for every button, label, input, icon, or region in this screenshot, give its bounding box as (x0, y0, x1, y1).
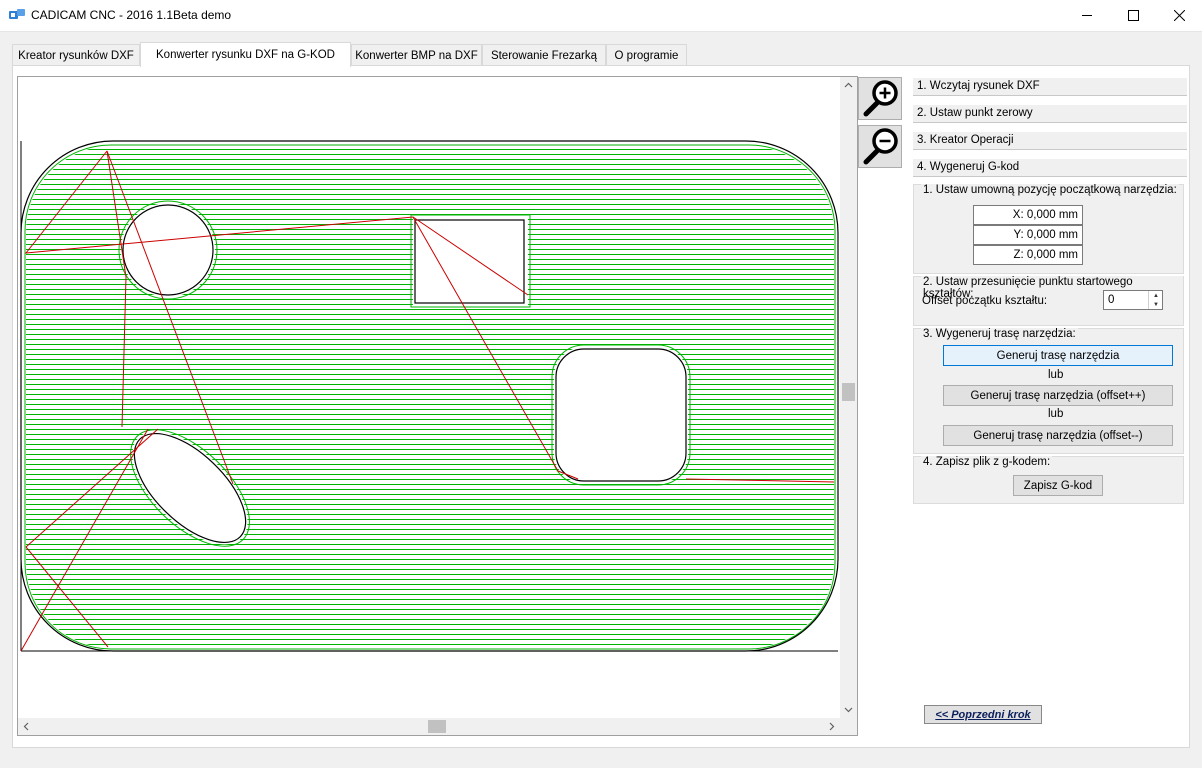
group-generate-toolpath-title: 3. Wygeneruj trasę narzędzia: (921, 328, 1078, 340)
vertical-scrollbar[interactable] (840, 77, 857, 718)
maximize-button[interactable] (1110, 0, 1156, 30)
pocket-hatching (26, 146, 834, 648)
tab-konwerter-bmp-dxf[interactable]: Konwerter BMP na DXF (351, 44, 482, 66)
step-generate-gcode[interactable]: 4. Wygeneruj G-kod (913, 159, 1187, 177)
vertical-scroll-thumb[interactable] (842, 383, 855, 401)
coord-y-field[interactable]: Y: 0,000 mm (973, 225, 1083, 245)
scroll-down-icon[interactable] (840, 701, 857, 718)
close-button[interactable] (1156, 0, 1202, 30)
toolpath-drawing (20, 140, 839, 652)
scroll-left-icon[interactable] (18, 718, 35, 735)
tab-konwerter-dxf-gkod[interactable]: Konwerter rysunku DXF na G-KOD (140, 42, 351, 67)
generate-toolpath-button[interactable]: Generuj trasę narzędzia (943, 345, 1173, 366)
offset-label: Offset początku kształtu: (922, 295, 1048, 307)
zoom-out-icon (863, 128, 898, 165)
scroll-corner (840, 718, 857, 735)
zoom-in-button[interactable] (858, 77, 902, 120)
step-load-dxf[interactable]: 1. Wczytaj rysunek DXF (913, 78, 1187, 96)
tab-sterowanie-frezarka[interactable]: Sterowanie Frezarką (482, 44, 606, 66)
spin-down-icon[interactable]: ▼ (1149, 300, 1163, 309)
scroll-right-icon[interactable] (823, 718, 840, 735)
horizontal-scrollbar[interactable] (18, 718, 840, 735)
minimize-icon (1081, 14, 1092, 16)
coord-z-field[interactable]: Z: 0,000 mm (973, 245, 1083, 265)
app-icon (9, 9, 25, 19)
close-icon (1173, 9, 1185, 21)
offset-stepper[interactable]: 0 ▲ ▼ (1103, 290, 1163, 310)
coord-x-field[interactable]: X: 0,000 mm (973, 205, 1083, 225)
group-save-gcode-title: 4. Zapisz plik z g-kodem: (921, 456, 1053, 468)
minimize-button[interactable] (1064, 0, 1110, 30)
or-label-1: lub (1048, 369, 1064, 381)
or-label-2: lub (1048, 408, 1064, 420)
previous-step-button[interactable]: << Poprzedni krok (924, 705, 1042, 724)
offset-value: 0 (1108, 294, 1115, 306)
generate-toolpath-offset-plus-button[interactable]: Generuj trasę narzędzia (offset++) (943, 385, 1173, 406)
step-operations-wizard[interactable]: 3. Kreator Operacji (913, 132, 1187, 150)
drawing-canvas[interactable] (17, 76, 858, 736)
maximize-icon (1127, 9, 1139, 21)
scroll-up-icon[interactable] (840, 77, 857, 94)
generate-toolpath-offset-minus-button[interactable]: Generuj trasę narzędzia (offset--) (943, 425, 1173, 446)
save-gcode-button[interactable]: Zapisz G-kod (1013, 475, 1103, 496)
window-title: CADICAM CNC - 2016 1.1Beta demo (31, 8, 232, 22)
offset-stepper-buttons: ▲ ▼ (1148, 291, 1162, 309)
zoom-out-button[interactable] (858, 125, 902, 168)
zoom-in-icon (863, 80, 898, 117)
tab-strip: Kreator rysunków DXF Konwerter rysunku D… (12, 42, 1190, 67)
group-start-position-title: 1. Ustaw umowną pozycję początkową narzę… (921, 184, 1179, 196)
tab-kreator-rysunkow-dxf[interactable]: Kreator rysunków DXF (12, 44, 140, 66)
step-set-zero-point[interactable]: 2. Ustaw punkt zerowy (913, 105, 1187, 123)
tab-o-programie[interactable]: O programie (606, 44, 687, 66)
horizontal-scroll-thumb[interactable] (428, 720, 446, 733)
title-bar: CADICAM CNC - 2016 1.1Beta demo (0, 0, 1202, 32)
